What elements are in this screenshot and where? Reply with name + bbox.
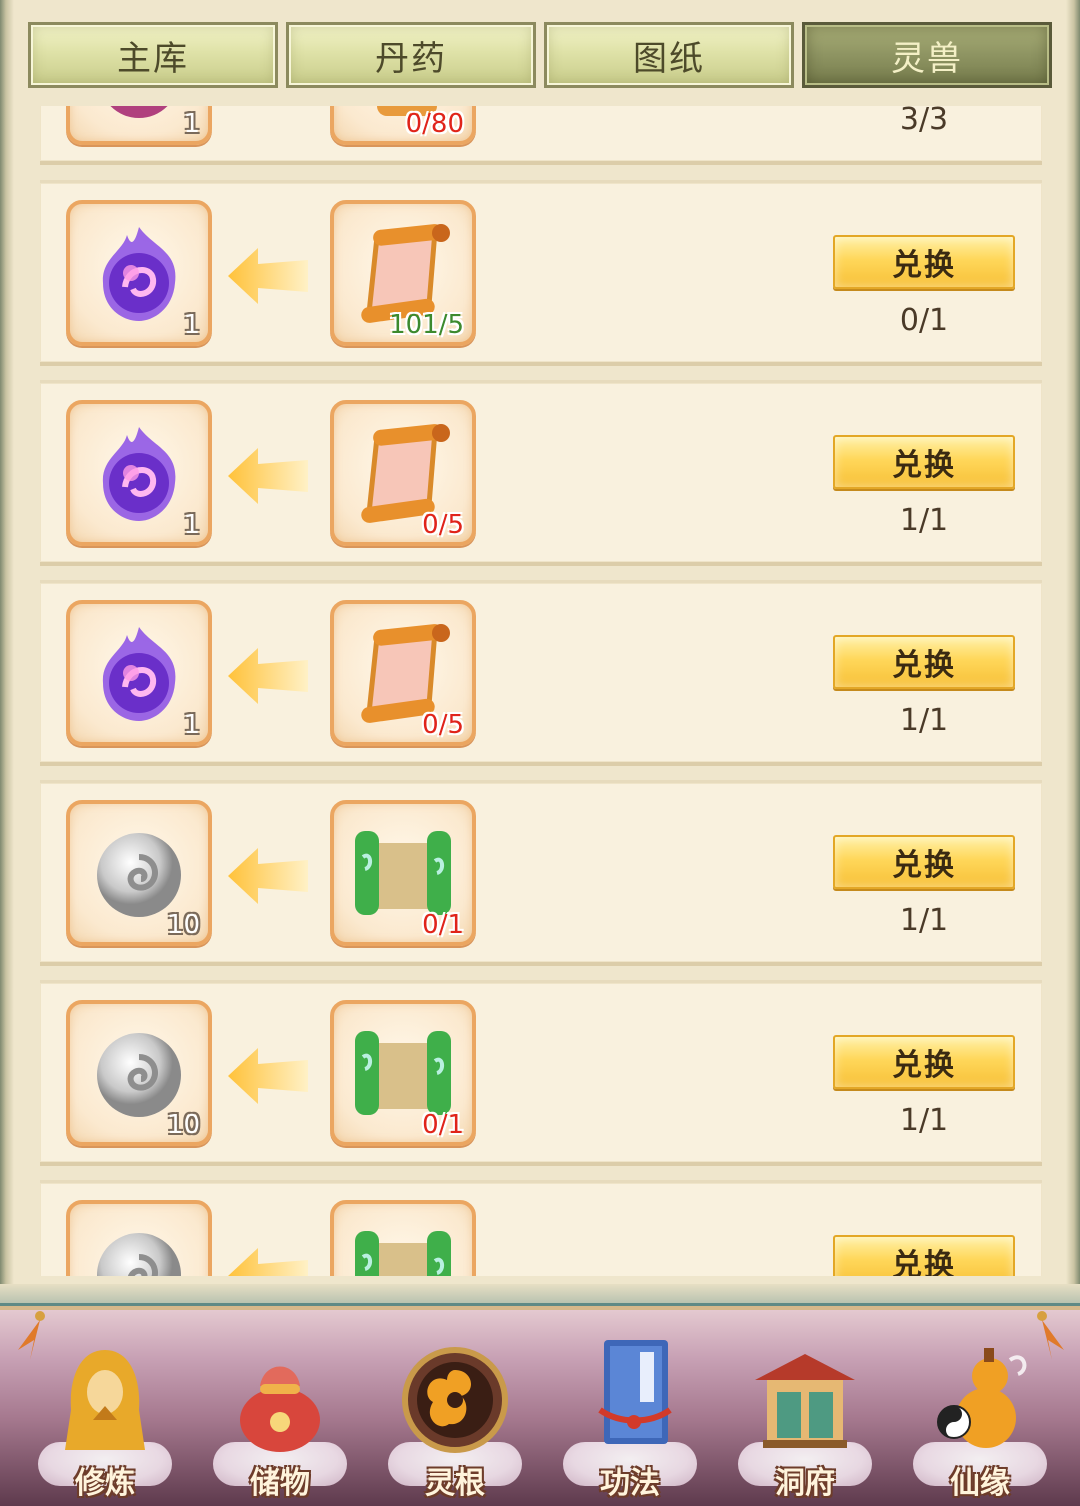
exchange-button[interactable]: 兑换 — [833, 235, 1015, 289]
reward-slot[interactable] — [66, 1200, 212, 1276]
exchange-button[interactable]: 兑换 — [833, 1235, 1015, 1276]
cost-slot[interactable]: 0/1 — [330, 800, 476, 946]
reward-slot[interactable]: 10 — [66, 1000, 212, 1146]
exchange-row: 10 0/1 兑换 1/1 — [40, 980, 1042, 1166]
exchange-button[interactable]: 兑换 — [833, 435, 1015, 489]
reward-count: 1 — [183, 710, 200, 740]
arrow-left-icon — [228, 848, 308, 904]
cost-slot[interactable]: 0/80 — [330, 106, 476, 145]
exchange-button[interactable]: 兑换 — [833, 835, 1015, 889]
exchange-row: 1 0/5 兑换 1/1 — [40, 580, 1042, 766]
reward-count: 10 — [166, 910, 200, 940]
pink-orb-icon — [110, 106, 168, 118]
arrow-left-icon — [228, 648, 308, 704]
exchange-button[interactable]: 兑换 — [833, 1035, 1015, 1089]
cost-count: 101/5 — [389, 310, 464, 340]
exchange-row: 10 0/1 兑换 1/1 — [40, 780, 1042, 966]
exchange-limit: 1/1 — [899, 503, 949, 538]
purple-flame-orb-icon — [102, 427, 176, 521]
nav-cultivate[interactable]: 修炼 — [30, 1330, 180, 1501]
nav-label: 储物 — [250, 1466, 310, 1501]
cost-slot[interactable] — [330, 1200, 476, 1276]
exchange-list[interactable]: 1 0/80 3/3 1 101/5 兑换 0/1 1 0/5 兑换 1/1 1… — [40, 106, 1042, 1276]
purple-flame-orb-icon — [102, 627, 176, 721]
cave-palace-icon — [755, 1354, 855, 1448]
arrow-left-icon — [228, 448, 308, 504]
cost-count: 0/1 — [422, 1110, 464, 1140]
storage-bag-icon — [240, 1366, 320, 1452]
exchange-limit: 1/1 — [899, 1103, 949, 1138]
reward-count: 1 — [183, 510, 200, 540]
nav-spirit-root[interactable]: 灵根 — [380, 1330, 530, 1501]
cost-slot[interactable]: 0/5 — [330, 600, 476, 746]
reward-slot[interactable]: 1 — [66, 200, 212, 346]
reward-slot[interactable]: 1 — [66, 106, 212, 145]
cost-slot[interactable]: 0/5 — [330, 400, 476, 546]
nav-label: 功法 — [600, 1466, 660, 1501]
exchange-row: 1 0/80 3/3 — [40, 106, 1042, 165]
nav-label: 仙缘 — [950, 1466, 1010, 1501]
nav-cave-dwelling[interactable]: 洞府 — [730, 1330, 880, 1501]
reward-slot[interactable]: 10 — [66, 800, 212, 946]
nav-label: 灵根 — [425, 1466, 485, 1501]
tab-pills[interactable]: 丹药 — [286, 22, 536, 88]
reward-slot[interactable]: 1 — [66, 600, 212, 746]
exchange-limit: 3/3 — [899, 106, 949, 137]
exchange-row: 1 0/5 兑换 1/1 — [40, 380, 1042, 566]
panel-frame-bottom — [0, 1284, 1080, 1306]
cost-count: 0/80 — [405, 109, 464, 139]
exchange-limit: 1/1 — [899, 903, 949, 938]
nav-label: 修炼 — [75, 1466, 135, 1501]
exchange-row: 1 101/5 兑换 0/1 — [40, 180, 1042, 366]
green-scroll-icon — [355, 1231, 451, 1276]
arrow-left-icon — [228, 1048, 308, 1104]
tab-blueprints[interactable]: 图纸 — [544, 22, 794, 88]
category-tabs: 主库 丹药 图纸 灵兽 — [28, 22, 1052, 88]
exchange-limit: 0/1 — [899, 303, 949, 338]
tab-spirit-beasts[interactable]: 灵兽 — [802, 22, 1052, 88]
gourd-yinyang-icon — [937, 1348, 1027, 1448]
exchange-button[interactable]: 兑换 — [833, 635, 1015, 689]
technique-book-icon — [598, 1340, 672, 1444]
arrow-left-icon — [228, 1248, 308, 1276]
bottom-nav: 修炼 储物 灵根 功法 洞府 仙缘 — [0, 1306, 1080, 1506]
cost-slot[interactable]: 0/1 — [330, 1000, 476, 1146]
cost-count: 0/5 — [422, 510, 464, 540]
nav-storage[interactable]: 储物 — [205, 1330, 355, 1501]
reward-count: 1 — [183, 109, 200, 139]
hooded-cultivator-icon — [65, 1350, 145, 1450]
purple-flame-orb-icon — [102, 227, 176, 321]
nav-label: 洞府 — [775, 1466, 835, 1501]
exchange-row: 兑换 — [40, 1180, 1042, 1276]
silver-swirl-coin-icon — [97, 1233, 181, 1276]
cost-count: 0/5 — [422, 710, 464, 740]
exchange-limit: 1/1 — [899, 703, 949, 738]
tab-main-storage[interactable]: 主库 — [28, 22, 278, 88]
cost-count: 0/1 — [422, 910, 464, 940]
nav-technique[interactable]: 功法 — [555, 1330, 705, 1501]
reward-count: 10 — [166, 1110, 200, 1140]
reward-slot[interactable]: 1 — [66, 400, 212, 546]
cost-slot[interactable]: 101/5 — [330, 200, 476, 346]
nav-immortal-fate[interactable]: 仙缘 — [905, 1330, 1055, 1501]
arrow-left-icon — [228, 248, 308, 304]
reward-count: 1 — [183, 310, 200, 340]
spirit-root-triskelion-icon — [402, 1347, 508, 1453]
